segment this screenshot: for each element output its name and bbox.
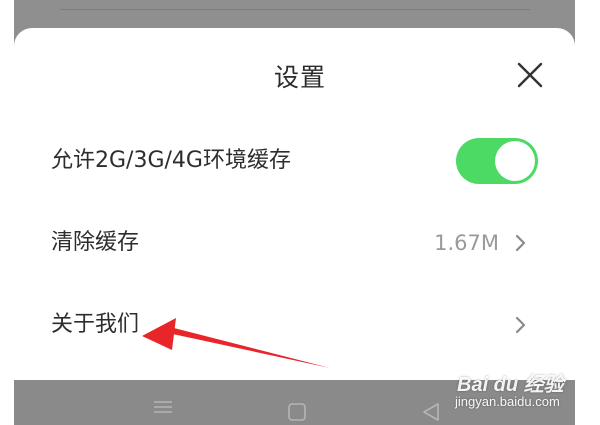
clear-cache-label: 清除缓存 (51, 230, 140, 255)
settings-row-clear-cache[interactable]: 清除缓存 1.67M (14, 203, 575, 283)
home-icon[interactable] (287, 402, 307, 422)
sheet-title: 设置 (273, 63, 326, 92)
close-icon (517, 62, 543, 88)
chevron-right-icon (515, 234, 526, 252)
screenshot-frame: 设置 允许2G/3G/4G环境缓存 清除缓存 1.67M 关于我们 Bai du… (0, 0, 600, 425)
settings-row-mobile-cache: 允许2G/3G/4G环境缓存 (14, 121, 575, 201)
chevron-right-icon (515, 316, 526, 334)
baidu-watermark: Bai du 经验 jingyan.baidu.com (453, 368, 581, 414)
toggle-knob (495, 141, 535, 181)
watermark-url: jingyan.baidu.com (455, 394, 560, 409)
menu-icon[interactable] (153, 398, 173, 416)
about-us-label: 关于我们 (51, 312, 140, 337)
close-button[interactable] (513, 58, 547, 92)
background-divider (60, 9, 530, 10)
cache-size-value: 1.67M (434, 231, 499, 255)
mobile-cache-toggle[interactable] (456, 138, 538, 184)
watermark-logo: Bai du 经验 (457, 374, 564, 396)
settings-row-about-us[interactable]: 关于我们 (14, 285, 575, 365)
back-icon[interactable] (421, 402, 441, 422)
mobile-cache-label: 允许2G/3G/4G环境缓存 (51, 148, 291, 173)
